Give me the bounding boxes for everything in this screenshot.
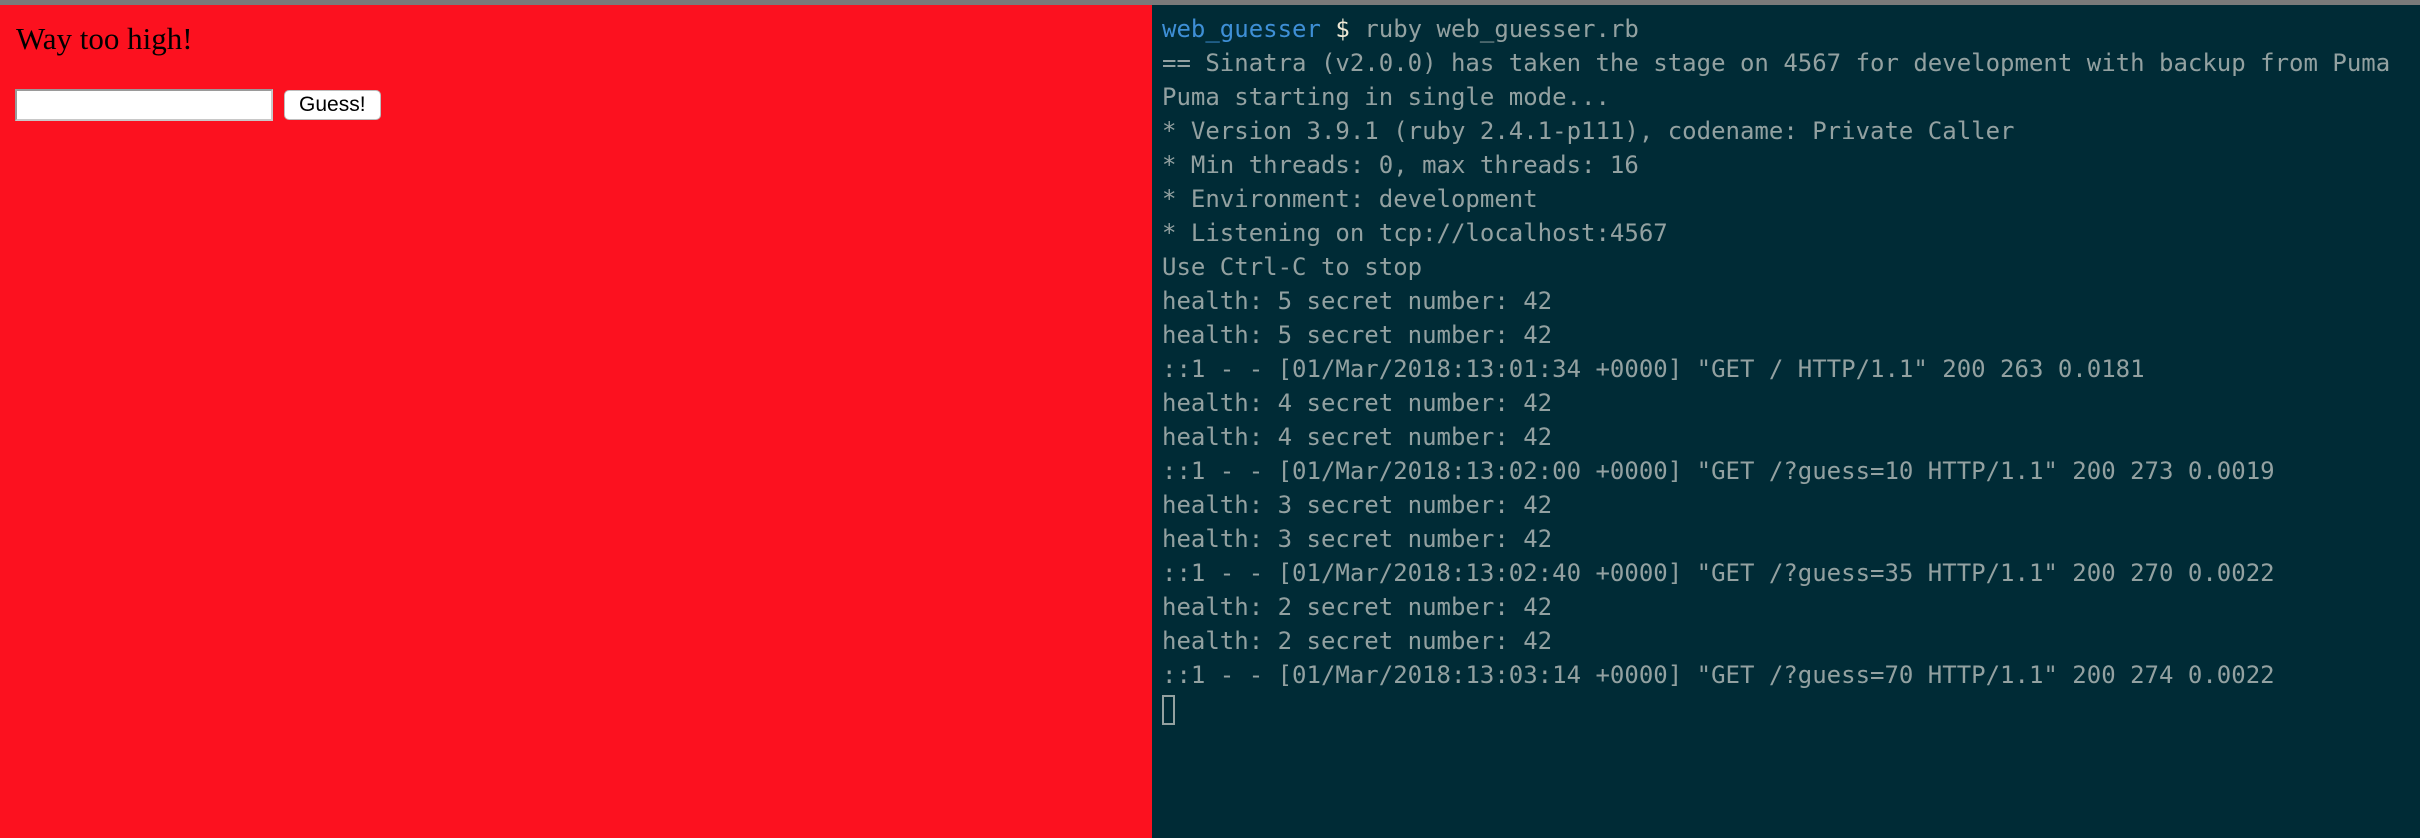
terminal-output-line: health: 5 secret number: 42 bbox=[1162, 287, 1553, 315]
terminal-output-line: health: 4 secret number: 42 bbox=[1162, 389, 1553, 417]
terminal-output-line: ::1 - - [01/Mar/2018:13:03:14 +0000] "GE… bbox=[1162, 661, 2275, 689]
terminal-window[interactable]: web_guesser $ ruby web_guesser.rb == Sin… bbox=[1152, 5, 2420, 838]
guess-input[interactable] bbox=[15, 89, 273, 121]
prompt-directory: web_guesser bbox=[1162, 15, 1321, 43]
terminal-output-line: * Min threads: 0, max threads: 16 bbox=[1162, 151, 1639, 179]
terminal-output-line: * Environment: development bbox=[1162, 185, 1538, 213]
terminal-output-line: health: 4 secret number: 42 bbox=[1162, 423, 1553, 451]
terminal-output-line: ::1 - - [01/Mar/2018:13:01:34 +0000] "GE… bbox=[1162, 355, 2145, 383]
terminal-output-line: * Listening on tcp://localhost:4567 bbox=[1162, 219, 1668, 247]
guess-button[interactable]: Guess! bbox=[284, 90, 381, 120]
terminal-output-line: ::1 - - [01/Mar/2018:13:02:40 +0000] "GE… bbox=[1162, 559, 2275, 587]
terminal-output-line: health: 2 secret number: 42 bbox=[1162, 593, 1553, 621]
terminal-cursor-line bbox=[1162, 692, 2420, 726]
prompt-symbol: $ bbox=[1335, 15, 1350, 43]
terminal-output-line: * Version 3.9.1 (ruby 2.4.1-p111), coden… bbox=[1162, 117, 2015, 145]
terminal-prompt-line: web_guesser $ ruby web_guesser.rb bbox=[1162, 12, 2420, 46]
guess-form: Guess! bbox=[15, 89, 381, 121]
terminal-output-line: Use Ctrl-C to stop bbox=[1162, 253, 1423, 281]
terminal-output-line: == Sinatra (v2.0.0) has taken the stage … bbox=[1162, 49, 2391, 77]
terminal-output-line: health: 3 secret number: 42 bbox=[1162, 525, 1553, 553]
terminal-cursor bbox=[1162, 695, 1175, 725]
terminal-output-line: health: 3 secret number: 42 bbox=[1162, 491, 1553, 519]
terminal-output-line: ::1 - - [01/Mar/2018:13:02:00 +0000] "GE… bbox=[1162, 457, 2275, 485]
prompt-command: ruby web_guesser.rb bbox=[1364, 15, 1639, 43]
browser-page: Way too high! Guess! bbox=[0, 5, 1152, 838]
guess-feedback-message: Way too high! bbox=[16, 21, 193, 56]
terminal-output-line: health: 2 secret number: 42 bbox=[1162, 627, 1553, 655]
terminal-output-line: Puma starting in single mode... bbox=[1162, 83, 1610, 111]
terminal-output-line: health: 5 secret number: 42 bbox=[1162, 321, 1553, 349]
